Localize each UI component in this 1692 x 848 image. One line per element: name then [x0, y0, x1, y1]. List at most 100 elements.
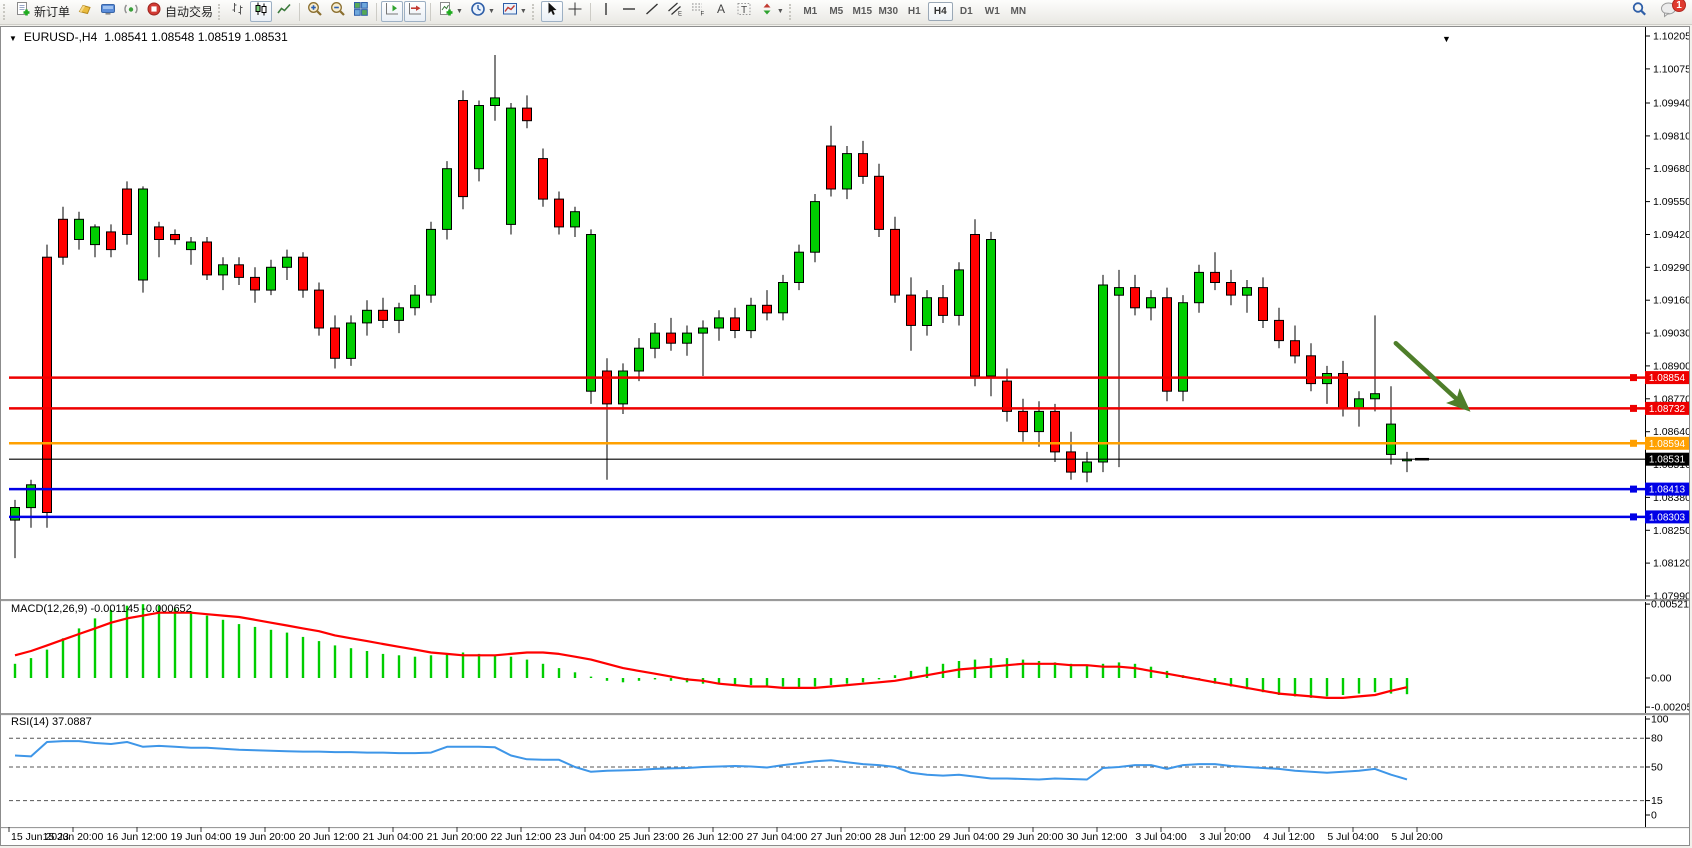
price-badge: 1.08303: [1645, 510, 1689, 523]
macd-histogram-bar: [1358, 678, 1360, 694]
price-axis-label: 1.10075: [1653, 63, 1689, 75]
timeframe-w1-button[interactable]: W1: [980, 2, 1005, 21]
svg-text:A: A: [717, 2, 725, 16]
community-button[interactable]: [97, 1, 119, 22]
text-label-tool-button[interactable]: T: [733, 1, 755, 22]
timeframe-h1-button[interactable]: H1: [902, 2, 927, 21]
macd-histogram-bar: [1134, 664, 1136, 678]
templates-button[interactable]: ▼: [499, 1, 530, 22]
bar-chart-button[interactable]: [227, 1, 249, 22]
macd-histogram-bar: [1310, 678, 1312, 698]
timeframe-m5-button[interactable]: M5: [824, 2, 849, 21]
chart-window: EURUSD-,H4 1.08541 1.08548 1.08519 1.085…: [0, 26, 1690, 846]
vertical-line-icon: [598, 1, 614, 22]
price-axis-label: 1.08250: [1653, 525, 1689, 537]
toolbar-separator: [430, 3, 431, 21]
zoom-out-button[interactable]: [327, 1, 349, 22]
community-icon: [100, 1, 116, 22]
auto-trading-button[interactable]: 自动交易: [143, 1, 216, 22]
trendline-tool-button[interactable]: [641, 1, 663, 22]
line-handle[interactable]: [1630, 405, 1637, 412]
svg-text:1.08303: 1.08303: [1649, 512, 1686, 523]
equidistant-channel-tool-button[interactable]: E: [664, 1, 686, 22]
macd-histogram-bar: [1006, 658, 1008, 678]
time-axis-label: 28 Jun 12:00: [875, 831, 936, 843]
crosshair-tool-button[interactable]: [564, 1, 586, 22]
time-axis-label: 26 Jun 12:00: [683, 831, 744, 843]
cursor-tool-button[interactable]: [541, 1, 563, 22]
candle: [1163, 288, 1172, 402]
macd-histogram-bar: [302, 637, 304, 678]
candlestick-chart-button[interactable]: [250, 1, 272, 22]
macd-histogram-bar: [286, 633, 288, 678]
periods-button[interactable]: ▼: [467, 1, 498, 22]
auto-trading-label: 自动交易: [165, 3, 213, 20]
price-axis-label: 1.09550: [1653, 196, 1689, 208]
chart-shift-button[interactable]: [381, 1, 403, 22]
gold-button[interactable]: [74, 1, 96, 22]
time-axis-label: 5 Jul 04:00: [1327, 831, 1379, 843]
svg-text:1.08413: 1.08413: [1649, 485, 1686, 496]
zoom-in-button[interactable]: [304, 1, 326, 22]
macd-histogram-bar: [862, 678, 864, 682]
timeframe-mn-button[interactable]: MN: [1006, 2, 1031, 21]
arrows-tool-button[interactable]: ▼: [756, 1, 787, 22]
line-chart-button[interactable]: [273, 1, 295, 22]
chevron-down-icon: ▼: [520, 8, 527, 15]
macd-histogram-bar: [414, 657, 416, 678]
price-axis-label: 1.08900: [1653, 360, 1689, 372]
candle: [811, 194, 820, 262]
chart-canvas[interactable]: 1.102051.100751.099401.098101.096801.095…: [1, 27, 1689, 845]
tile-windows-button[interactable]: [350, 1, 372, 22]
time-axis-label: 21 Jun 20:00: [427, 831, 488, 843]
window-menu-arrow-icon[interactable]: [1442, 29, 1451, 47]
horizontal-line-tool-button[interactable]: [618, 1, 640, 22]
rsi-axis-label: 15: [1651, 795, 1663, 807]
chevron-down-icon: ▼: [456, 8, 463, 15]
macd-histogram-bar: [1342, 678, 1344, 695]
line-handle[interactable]: [1630, 374, 1637, 381]
timeframe-m1-button[interactable]: M1: [798, 2, 823, 21]
timeframe-h4-button[interactable]: H4: [928, 2, 953, 21]
auto-scroll-icon: [407, 1, 423, 22]
candle: [139, 186, 148, 292]
line-handle[interactable]: [1630, 486, 1637, 493]
chat-button[interactable]: 1: [1657, 1, 1681, 22]
candle: [315, 283, 324, 336]
indicators-button[interactable]: ▼: [435, 1, 466, 22]
macd-histogram-bar: [238, 624, 240, 678]
macd-histogram-bar: [158, 606, 160, 678]
text-tool-button[interactable]: A: [710, 1, 732, 22]
line-handle[interactable]: [1630, 513, 1637, 520]
text-label-icon: T: [736, 1, 752, 22]
symbol-dropdown-icon[interactable]: [9, 30, 17, 44]
timeframe-d1-button[interactable]: D1: [954, 2, 979, 21]
macd-histogram-bar: [62, 638, 64, 678]
time-axis-label: 5 Jul 20:00: [1391, 831, 1443, 843]
search-button[interactable]: [1628, 1, 1651, 22]
new-order-button[interactable]: 新订单: [12, 1, 73, 22]
timeframe-m30-button[interactable]: M30: [876, 2, 901, 21]
candle: [203, 237, 212, 280]
channel-icon: E: [667, 1, 683, 22]
time-axis-label: 21 Jun 04:00: [363, 831, 424, 843]
macd-histogram-bar: [814, 678, 816, 687]
macd-histogram-bar: [350, 648, 352, 678]
signals-button[interactable]: [120, 1, 142, 22]
search-icon: [1631, 1, 1648, 23]
timeframe-m15-button[interactable]: M15: [850, 2, 875, 21]
svg-text:1.08732: 1.08732: [1649, 404, 1686, 415]
macd-histogram-bar: [766, 678, 768, 687]
candle: [891, 217, 900, 303]
auto-scroll-button[interactable]: [404, 1, 426, 22]
time-axis-label: 25 Jun 23:00: [619, 831, 680, 843]
new-order-icon: [15, 1, 31, 22]
fibonacci-tool-button[interactable]: F: [687, 1, 709, 22]
line-handle[interactable]: [1630, 440, 1637, 447]
vertical-line-tool-button[interactable]: [595, 1, 617, 22]
macd-histogram-bar: [1086, 665, 1088, 678]
text-icon: A: [713, 1, 729, 22]
macd-histogram-bar: [494, 655, 496, 678]
toolbar-separator: [299, 3, 300, 21]
time-axis-label: 30 Jun 12:00: [1067, 831, 1128, 843]
